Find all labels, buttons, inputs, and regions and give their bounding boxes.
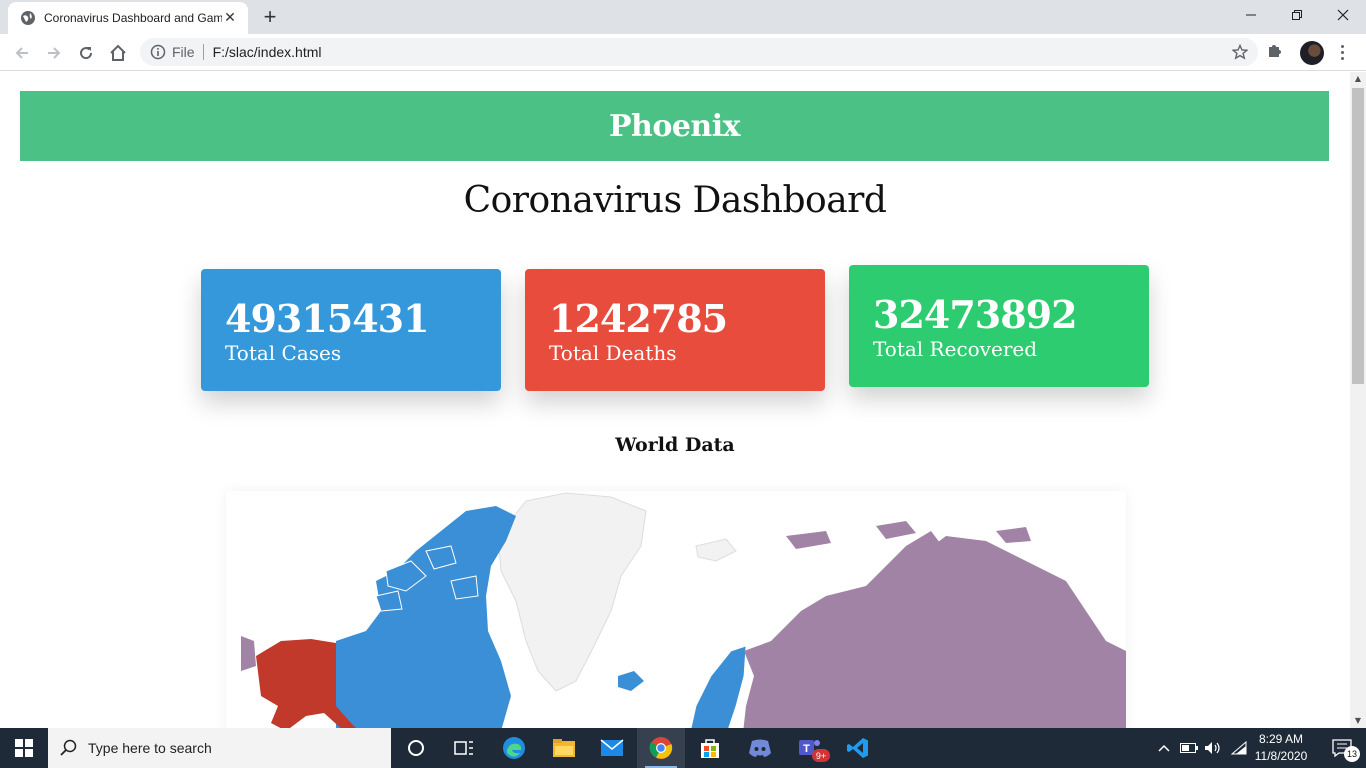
task-view-button[interactable] [440, 728, 488, 768]
home-icon [110, 44, 126, 61]
world-map-svg [241, 492, 1126, 728]
browser-toolbar: File F:/slac/index.html [0, 34, 1366, 71]
total-cases-label: Total Cases [225, 341, 342, 365]
address-bar[interactable]: File F:/slac/index.html [140, 38, 1258, 66]
new-tab-button[interactable]: + [258, 4, 282, 29]
page-viewport: Phoenix Coronavirus Dashboard 49315431 T… [0, 72, 1350, 728]
windows-taskbar: Type here to search T 9+ 8:29 AM 11/8/20… [0, 728, 1366, 768]
total-deaths-value: 1242785 [549, 296, 728, 341]
extensions-puzzle-icon[interactable] [1266, 41, 1284, 59]
world-data-heading: World Data [615, 434, 735, 456]
taskbar-search[interactable]: Type here to search [48, 728, 391, 768]
start-button[interactable] [0, 728, 48, 768]
tab-title: Coronavirus Dashboard and Gam [44, 11, 222, 25]
map-region-greenland[interactable] [497, 492, 647, 692]
minimize-button[interactable] [1228, 0, 1274, 30]
back-button[interactable] [8, 39, 36, 67]
total-deaths-label: Total Deaths [549, 341, 677, 365]
cortana-circle-icon [408, 740, 424, 756]
total-cases-value: 49315431 [225, 296, 430, 341]
search-icon [60, 739, 77, 756]
search-placeholder: Type here to search [88, 740, 212, 756]
world-map[interactable] [226, 491, 1126, 728]
reload-button[interactable] [72, 39, 100, 67]
tab-close-icon[interactable]: ✕ [222, 10, 238, 26]
discord-icon [749, 739, 771, 757]
map-region-scandinavia[interactable] [686, 645, 747, 728]
browser-menu-button[interactable] [1335, 40, 1349, 64]
globe-icon [21, 11, 35, 25]
restore-icon [1292, 10, 1302, 20]
total-deaths-card: 1242785 Total Deaths [525, 269, 825, 391]
chrome-icon [649, 737, 673, 759]
map-region-iceland[interactable] [618, 671, 644, 691]
arrow-right-icon [48, 47, 61, 59]
scroll-down-arrow-icon[interactable]: ▼ [1350, 714, 1366, 728]
info-icon[interactable] [150, 44, 166, 60]
chevron-up-icon [1158, 744, 1170, 752]
bookmark-star-icon[interactable] [1232, 44, 1248, 60]
teams-notification-badge: 9+ [812, 749, 830, 762]
total-cases-card: 49315431 Total Cases [201, 269, 501, 391]
wifi-icon [1231, 741, 1247, 755]
action-center-button[interactable]: 13 [1318, 728, 1366, 768]
store-app[interactable] [686, 728, 734, 768]
store-bag-icon [701, 739, 719, 758]
mail-icon [600, 739, 624, 756]
edge-icon [503, 737, 525, 759]
total-recovered-label: Total Recovered [873, 337, 1038, 361]
brand-header: Phoenix [20, 91, 1329, 161]
battery-button[interactable] [1178, 728, 1200, 768]
total-recovered-value: 32473892 [873, 292, 1078, 337]
vscode-app[interactable] [834, 728, 882, 768]
restore-button[interactable] [1274, 0, 1320, 30]
browser-tab[interactable]: Coronavirus Dashboard and Gam ✕ [8, 2, 248, 34]
url-scheme: File [172, 44, 195, 60]
discord-app[interactable] [736, 728, 784, 768]
chrome-app[interactable] [637, 728, 685, 768]
map-region-russia[interactable] [741, 536, 1126, 728]
clock-date: 11/8/2020 [1254, 749, 1308, 763]
arrow-left-icon [15, 47, 28, 59]
notification-count-badge: 13 [1344, 746, 1360, 762]
scroll-thumb[interactable] [1352, 88, 1364, 384]
windows-logo-icon [15, 739, 33, 757]
page-scrollbar[interactable]: ▲ ▼ [1350, 72, 1366, 728]
teams-app[interactable]: T 9+ [786, 728, 834, 768]
mail-app[interactable] [588, 728, 636, 768]
clock-time: 8:29 AM [1258, 732, 1304, 746]
brand-name: Phoenix [608, 108, 741, 144]
network-button[interactable] [1228, 728, 1250, 768]
page-title: Coronavirus Dashboard [463, 180, 887, 221]
home-button[interactable] [104, 39, 132, 67]
vscode-icon [847, 738, 868, 758]
speaker-icon [1205, 742, 1220, 754]
task-view-icon [454, 741, 473, 755]
forward-button[interactable] [40, 39, 68, 67]
file-explorer-app[interactable] [540, 728, 588, 768]
tab-strip: Coronavirus Dashboard and Gam ✕ + [0, 0, 1366, 34]
edge-app[interactable] [490, 728, 538, 768]
volume-button[interactable] [1202, 728, 1224, 768]
close-window-button[interactable] [1320, 0, 1366, 30]
scroll-up-arrow-icon[interactable]: ▲ [1350, 72, 1366, 86]
cortana-button[interactable] [392, 728, 440, 768]
folder-icon [553, 739, 575, 757]
close-icon [1337, 9, 1349, 21]
system-clock[interactable]: 8:29 AM 11/8/2020 [1250, 731, 1312, 765]
minimize-icon [1246, 14, 1256, 16]
url-divider [202, 44, 204, 60]
url-text[interactable]: F:/slac/index.html [213, 44, 322, 60]
profile-avatar[interactable] [1300, 41, 1324, 65]
map-region-canada[interactable] [336, 506, 516, 728]
reload-icon [80, 47, 93, 60]
svg-text:T: T [803, 743, 810, 755]
tray-overflow-button[interactable] [1154, 728, 1174, 768]
battery-icon [1180, 743, 1198, 753]
total-recovered-card: 32473892 Total Recovered [849, 265, 1149, 387]
